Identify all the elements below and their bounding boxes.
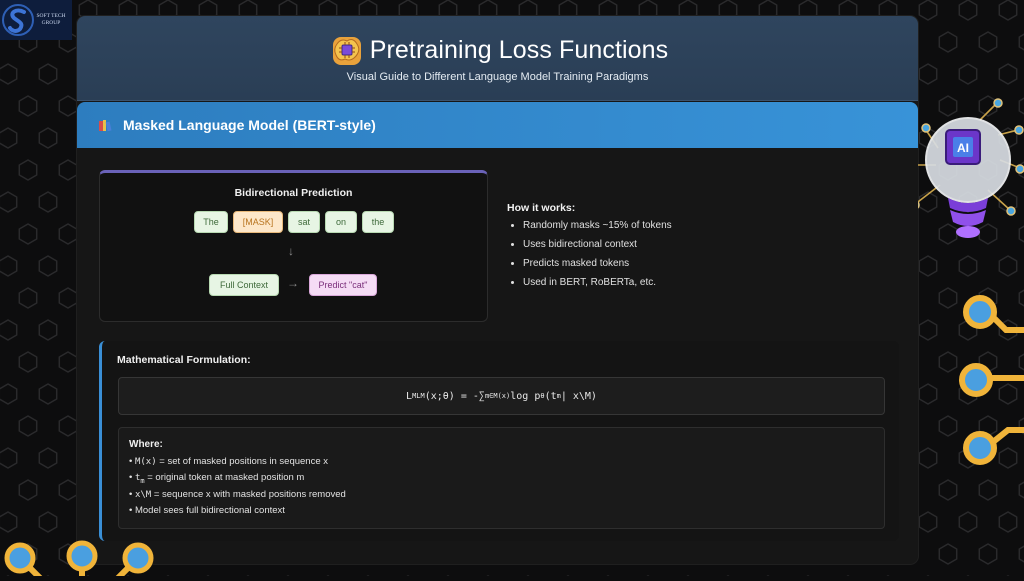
where-heading: Where: — [129, 439, 163, 450]
where-item: • Model sees full bidirectional context — [129, 505, 285, 516]
diagram-title: Bidirectional Prediction — [234, 187, 353, 199]
where-item: • tm = original token at masked position… — [129, 472, 305, 485]
right-arrow-icon: → — [287, 276, 299, 290]
math-heading: Mathematical Formulation: — [117, 354, 251, 366]
title-row: Pretraining Loss Functions — [77, 30, 918, 70]
token-on: on — [325, 211, 357, 233]
list-item: Randomly masks ~15% of tokens — [523, 220, 887, 231]
list-item: Used in BERT, RoBERTa, etc. — [523, 277, 887, 288]
section-title: Masked Language Model (BERT-style) — [123, 117, 376, 133]
where-item: • x\M = sequence x with masked positions… — [129, 489, 346, 500]
where-item: • M(x) = set of masked positions in sequ… — [129, 456, 329, 467]
page-subtitle: Visual Guide to Different Language Model… — [346, 71, 649, 83]
how-heading: How it works: — [507, 202, 576, 214]
brain-chip-icon — [332, 37, 361, 65]
ai-bulb-icon: AI — [908, 98, 1024, 465]
bidirectional-diagram: Bidirectional Prediction The [MASK] sat … — [99, 170, 488, 322]
math-section: Mathematical Formulation: L MLM (x;θ) = -∑… — [99, 341, 899, 541]
token-mask: [MASK] — [233, 211, 283, 233]
formula: L MLM (x;θ) = -∑ m∈M(x) log p θ (t m | x\M) — [118, 377, 885, 415]
where-text: Model sees full bidirectional context — [134, 505, 285, 516]
where-box: Where: • M(x) = set of masked positions … — [118, 427, 885, 529]
down-arrow-icon: ↓ — [288, 244, 294, 258]
brand-s-icon — [2, 4, 34, 36]
formula-t: (t — [544, 390, 557, 402]
circuit-decoration-right: AI — [908, 90, 1024, 576]
full-context-box: Full Context — [209, 274, 279, 296]
list-item: Predicts masked tokens — [523, 258, 887, 269]
how-it-works: How it works: Randomly masks ~15% of tok… — [507, 202, 887, 296]
token-the-2: the — [362, 211, 394, 233]
predict-cat-box: Predict "cat" — [309, 274, 377, 296]
token-sat: sat — [288, 211, 320, 233]
circuit-nodes-icon — [4, 540, 154, 581]
where-code: M(x) — [134, 457, 157, 467]
page-title: Pretraining Loss Functions — [369, 35, 669, 64]
where-text: = original token at masked position m — [144, 472, 305, 483]
list-item: Uses bidirectional context — [523, 239, 887, 250]
books-icon — [99, 120, 112, 132]
section-header: Masked Language Model (BERT-style) — [77, 102, 918, 148]
brand-logo: SOFT TECH GROUP — [0, 0, 72, 40]
formula-sub-mlm: MLM — [412, 392, 425, 400]
ai-badge-text: AI — [957, 141, 969, 155]
circuit-decoration-left — [0, 520, 170, 581]
brand-line1: SOFT TECH — [36, 13, 66, 19]
where-text: = sequence x with masked positions remov… — [151, 489, 346, 500]
brand-line2: GROUP — [41, 20, 61, 26]
formula-mid: (x;θ) = -∑ — [424, 390, 485, 402]
how-list: Randomly masks ~15% of tokens Uses bidir… — [507, 220, 887, 288]
where-text: = set of masked positions in sequence x — [156, 456, 329, 467]
brand-text: SOFT TECH GROUP — [34, 13, 68, 27]
formula-end: | x\M) — [560, 390, 597, 402]
token-the: The — [194, 211, 228, 233]
main-card: Pretraining Loss Functions Visual Guide … — [77, 16, 918, 564]
formula-log: log p — [510, 390, 541, 402]
where-code: x\M — [134, 490, 152, 500]
formula-sub-set: m∈M(x) — [484, 392, 511, 400]
page-header: Pretraining Loss Functions Visual Guide … — [77, 16, 918, 101]
